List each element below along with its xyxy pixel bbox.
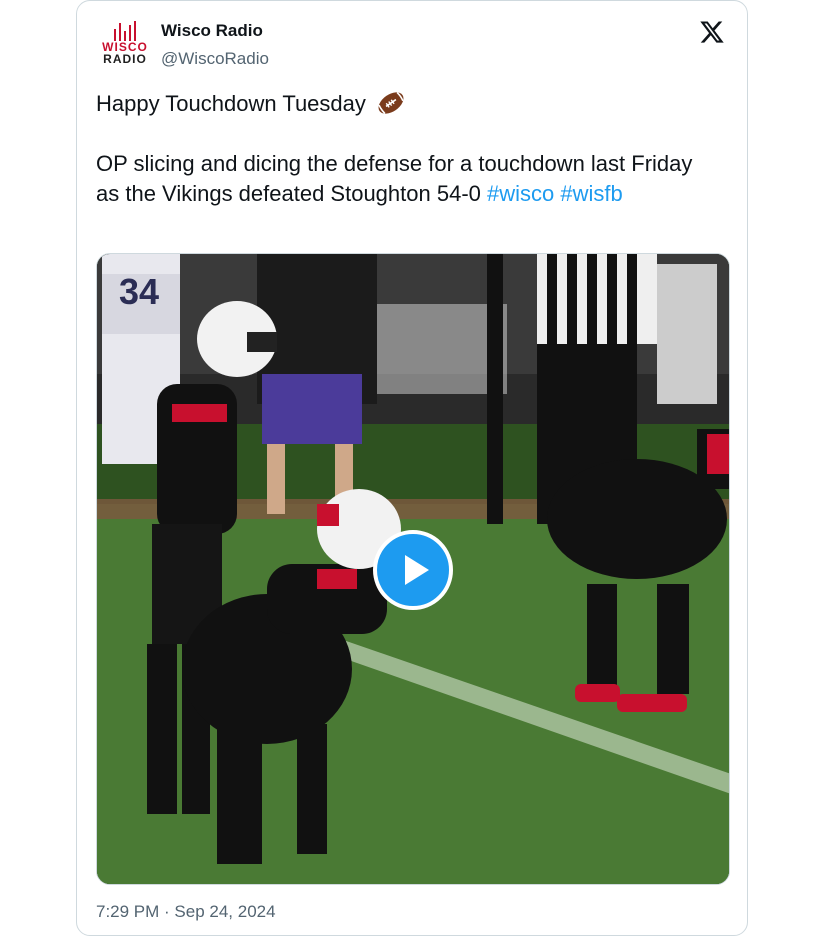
x-logo-icon[interactable] (699, 19, 725, 45)
jersey-number: 34 (119, 271, 159, 312)
hashtag-wisco[interactable]: #wisco (487, 181, 554, 206)
tweet-body: OP slicing and dicing the defense for a … (96, 149, 716, 209)
radio-bars-logo-icon (114, 21, 136, 41)
play-icon (405, 555, 429, 585)
play-button[interactable] (373, 530, 453, 610)
author-display-name[interactable]: Wisco Radio (161, 21, 263, 41)
tweet-text: Happy Touchdown Tuesday OP slicing and d… (96, 89, 716, 209)
hashtag-wisfb[interactable]: #wisfb (560, 181, 622, 206)
wisco-radio-avatar[interactable]: WISCO RADIO (99, 17, 151, 69)
avatar-logo-text: WISCO RADIO (99, 41, 151, 65)
tweet-card: WISCO RADIO Wisco Radio @WiscoRadio Happ… (76, 0, 748, 936)
tweet-line-1: Happy Touchdown Tuesday (96, 89, 716, 119)
football-emoji-icon (378, 92, 404, 114)
tweet-timestamp[interactable]: 7:29 PM · Sep 24, 2024 (96, 902, 276, 922)
author-handle[interactable]: @WiscoRadio (161, 49, 269, 69)
tweet-greeting: Happy Touchdown Tuesday (96, 91, 366, 116)
video-thumbnail[interactable]: 34 (96, 253, 730, 885)
logo-line-radio: RADIO (103, 52, 147, 66)
